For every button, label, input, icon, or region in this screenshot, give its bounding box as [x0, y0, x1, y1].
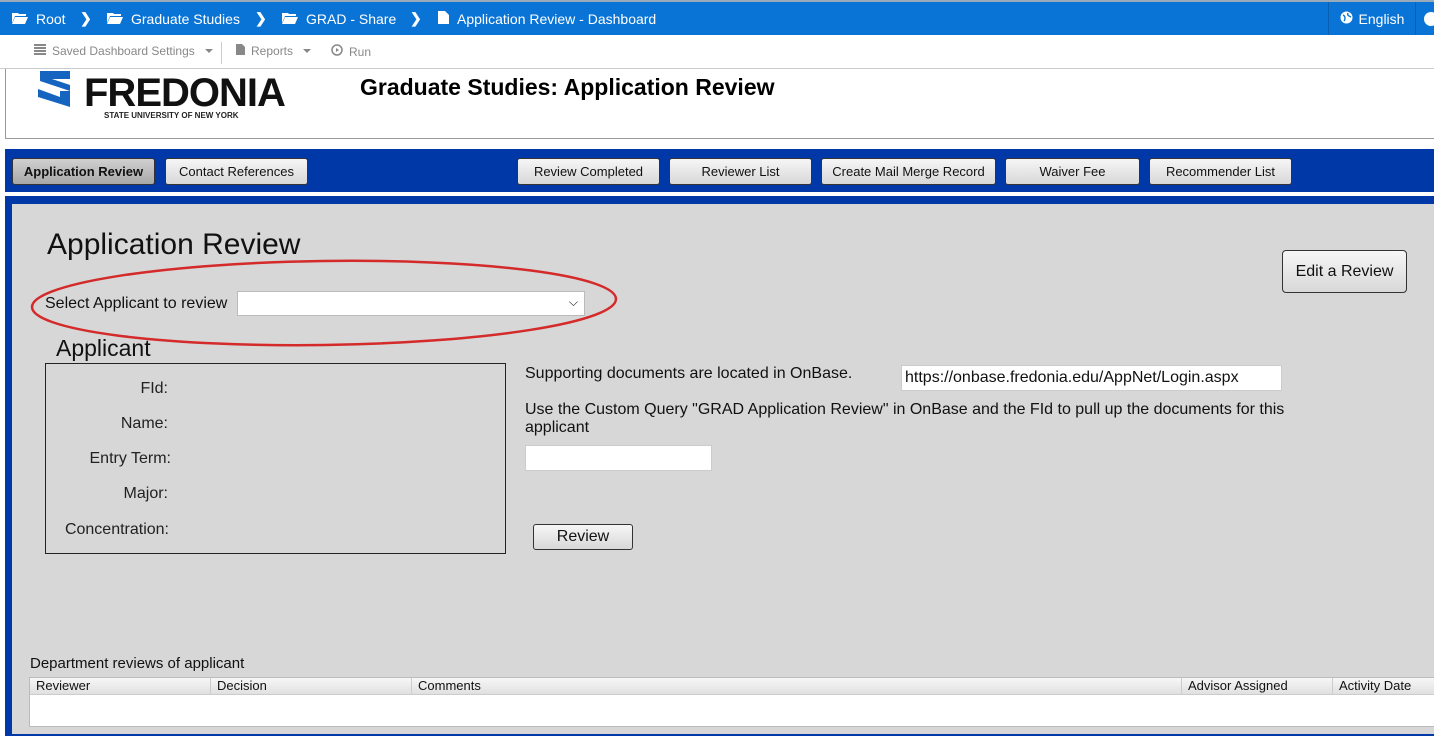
department-reviews-title: Department reviews of applicant [30, 655, 245, 672]
reports-label: Reports [251, 44, 294, 58]
nav-bar: Application Review Contact References Re… [5, 149, 1434, 192]
fid-label: FId: [140, 380, 168, 397]
tab-review-completed[interactable]: Review Completed [517, 158, 660, 185]
help-icon[interactable] [1424, 12, 1434, 26]
breadcrumb-label: Graduate Studies [131, 11, 240, 27]
breadcrumb-dashboard[interactable]: Application Review - Dashboard [438, 11, 656, 27]
saved-settings-label: Saved Dashboard Settings [52, 44, 195, 58]
col-comments[interactable]: Comments [412, 678, 1182, 695]
list-icon [34, 44, 46, 58]
tab-contact-references[interactable]: Contact References [165, 158, 308, 185]
play-circle-icon [331, 44, 343, 59]
tab-create-mail-merge[interactable]: Create Mail Merge Record [821, 158, 996, 185]
applicant-heading: Applicant [56, 335, 151, 361]
folder-open-icon [282, 11, 298, 27]
breadcrumb-bar: Root ❯ Graduate Studies ❯ GRAD - Share ❯… [0, 0, 1434, 35]
toolbar-divider [221, 42, 222, 64]
select-applicant-label: Select Applicant to review [45, 295, 228, 312]
col-decision[interactable]: Decision [211, 678, 412, 695]
caret-down-icon [204, 49, 213, 53]
chevron-down-icon: ⌵ [568, 295, 578, 309]
fredonia-logo: FREDONIA STATE UNIVERSITY OF NEW YORK [36, 71, 286, 120]
edit-review-button[interactable]: Edit a Review [1282, 250, 1407, 293]
caret-down-icon [303, 49, 312, 53]
breadcrumb-graduate-studies[interactable]: Graduate Studies [107, 11, 240, 27]
reviews-table-header: Reviewer Decision Comments Advisor Assig… [30, 678, 1434, 695]
folder-open-icon [107, 11, 123, 27]
col-advisor-assigned[interactable]: Advisor Assigned [1182, 678, 1333, 695]
globe-icon [1340, 11, 1353, 27]
tab-waiver-fee[interactable]: Waiver Fee [1005, 158, 1140, 185]
run-label: Run [349, 44, 372, 59]
reviews-table: Reviewer Decision Comments Advisor Assig… [29, 677, 1434, 727]
fid-input[interactable] [525, 445, 712, 471]
run-button[interactable]: Run [331, 44, 371, 59]
reports-menu[interactable]: Reports [236, 44, 312, 58]
breadcrumb-label: Application Review - Dashboard [457, 11, 657, 27]
tab-application-review[interactable]: Application Review [12, 158, 155, 185]
language-label: English [1358, 10, 1405, 27]
review-button[interactable]: Review [533, 524, 633, 550]
file-icon [236, 44, 245, 58]
chevron-right-icon: ❯ [80, 10, 92, 26]
folder-open-icon [12, 11, 28, 27]
onbase-url-field[interactable] [901, 365, 1282, 391]
entry-term-label: Entry Term: [89, 450, 172, 467]
breadcrumb-root[interactable]: Root [12, 11, 66, 27]
breadcrumb-label: GRAD - Share [306, 11, 397, 27]
language-selector[interactable]: English [1328, 2, 1416, 35]
tab-recommender-list[interactable]: Recommender List [1149, 158, 1292, 185]
page-title: Graduate Studies: Application Review [360, 74, 775, 100]
concentration-label: Concentration: [64, 521, 169, 538]
col-activity-date[interactable]: Activity Date [1333, 678, 1434, 695]
supporting-docs-text: Supporting documents are located in OnBa… [525, 365, 853, 382]
custom-query-instructions: Use the Custom Query "GRAD Application R… [525, 401, 1285, 436]
col-reviewer[interactable]: Reviewer [30, 678, 211, 695]
logo-mark-icon [36, 71, 70, 107]
chevron-right-icon: ❯ [410, 10, 422, 26]
logo-wordmark: FREDONIA [84, 71, 286, 115]
logo-subtitle: STATE UNIVERSITY OF NEW YORK [104, 111, 239, 120]
dashboard-toolbar: Saved Dashboard Settings Reports Run [0, 35, 1434, 69]
chevron-right-icon: ❯ [255, 10, 267, 26]
section-heading: Application Review [47, 228, 301, 261]
tab-reviewer-list[interactable]: Reviewer List [669, 158, 812, 185]
breadcrumb-grad-share[interactable]: GRAD - Share [282, 11, 396, 27]
select-applicant-dropdown[interactable]: ⌵ [237, 291, 585, 316]
name-label: Name: [120, 415, 168, 432]
page-header: FREDONIA STATE UNIVERSITY OF NEW YORK Gr… [5, 69, 1434, 139]
breadcrumb-label: Root [36, 11, 66, 27]
saved-settings-menu[interactable]: Saved Dashboard Settings [34, 44, 213, 58]
major-label: Major: [123, 485, 168, 502]
file-icon [438, 11, 449, 27]
